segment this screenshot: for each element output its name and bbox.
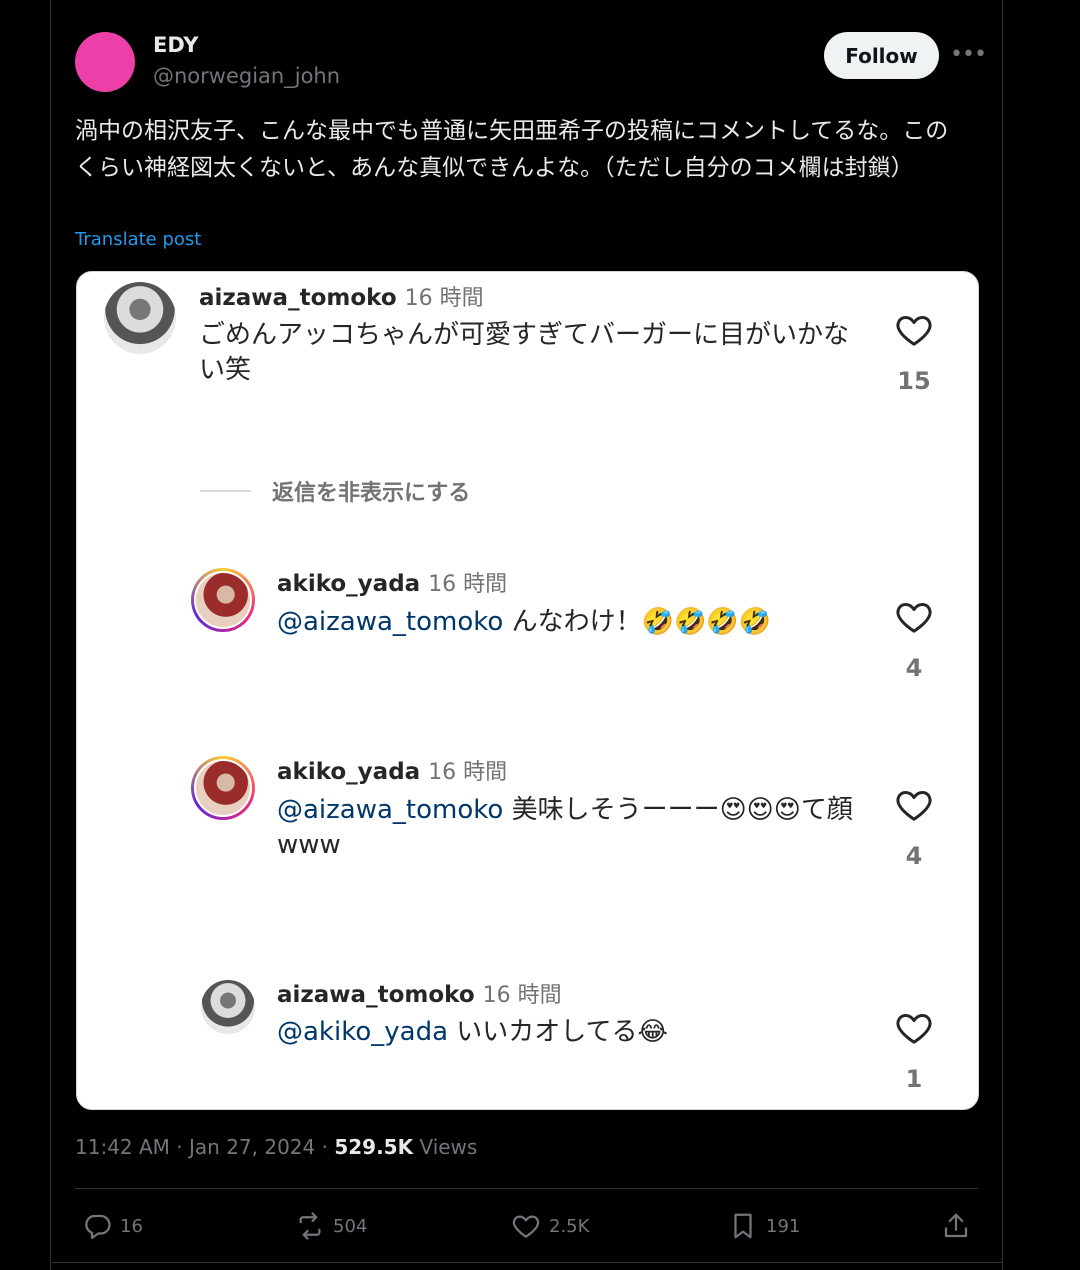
more-options-icon[interactable]: ••• xyxy=(950,40,987,70)
comment-text: ごめんアッコちゃんが可愛すぎてバーガーに目がいかない笑 xyxy=(199,320,850,385)
attached-image[interactable]: aizawa_tomoko 16 時間 ごめんアッコちゃんが可愛すぎてバーガーに目… xyxy=(76,271,979,1110)
comment-like-count: 1 xyxy=(905,1065,923,1093)
column-border-left xyxy=(50,0,51,1270)
hide-replies-label: 返信を非表示にする xyxy=(272,481,471,506)
heart-icon xyxy=(896,791,932,821)
comment-time: 16 時間 xyxy=(482,983,562,1008)
comment-text: @aizawa_tomoko 美味しそうーーー😍😍😍て顔www xyxy=(277,795,853,860)
reply-button[interactable]: 16 xyxy=(82,1208,143,1244)
tweet-text: 渦中の相沢友子、こんな最中でも普通に矢田亜希子の投稿にコメントしてるな。このくら… xyxy=(75,118,949,181)
repost-icon xyxy=(299,1212,321,1240)
comment-username: akiko_yada 16 時間 xyxy=(277,759,508,785)
bookmark-icon xyxy=(734,1213,752,1239)
share-button[interactable] xyxy=(941,1208,979,1244)
author-avatar[interactable] xyxy=(75,32,135,92)
comment-avatar xyxy=(191,756,255,820)
post-meta: 11:42 AM · Jan 27, 2024 · 529.5K Views xyxy=(75,1135,477,1159)
follow-button[interactable]: Follow xyxy=(824,32,939,79)
bookmark-count: 191 xyxy=(766,1215,801,1237)
like-button[interactable]: 2.5K xyxy=(511,1208,589,1244)
comment-username: aizawa_tomoko 16 時間 xyxy=(277,982,562,1008)
heart-icon xyxy=(896,603,932,633)
comment-text: @aizawa_tomoko んなわけ！🤣🤣🤣🤣 xyxy=(277,607,772,637)
post-timestamp[interactable]: 11:42 AM · Jan 27, 2024 · xyxy=(75,1135,334,1159)
heart-icon xyxy=(512,1215,540,1238)
divider xyxy=(200,490,251,492)
repost-count: 504 xyxy=(333,1215,368,1237)
comment-like-count: 15 xyxy=(897,367,931,395)
share-icon xyxy=(944,1213,968,1238)
divider xyxy=(52,1262,1002,1263)
comment-like-count: 4 xyxy=(905,842,923,870)
comment-like-count: 4 xyxy=(905,654,923,682)
comment-time: 16 時間 xyxy=(404,286,484,311)
comment-avatar xyxy=(201,980,255,1034)
like-count: 2.5K xyxy=(549,1215,590,1237)
comment-avatar xyxy=(104,282,176,354)
comment-time: 16 時間 xyxy=(428,572,508,597)
column-border-right xyxy=(1002,0,1003,1270)
heart-icon xyxy=(896,1014,932,1044)
views-label: Views xyxy=(413,1135,478,1159)
author-display-name[interactable]: EDY xyxy=(153,33,198,57)
author-handle[interactable]: @norwegian_john xyxy=(153,64,340,88)
mention: @aizawa_tomoko xyxy=(277,607,504,637)
bookmark-button[interactable]: 191 xyxy=(728,1208,800,1244)
repost-button[interactable]: 504 xyxy=(295,1208,367,1244)
reply-count: 16 xyxy=(120,1215,143,1237)
comment-username: akiko_yada 16 時間 xyxy=(277,571,508,597)
mention: @akiko_yada xyxy=(277,1017,449,1047)
comment-text: @akiko_yada いいカオしてる😂 xyxy=(277,1017,668,1047)
comment-avatar xyxy=(191,568,255,632)
divider xyxy=(75,1188,978,1189)
comment-username: aizawa_tomoko 16 時間 xyxy=(199,285,484,311)
mention: @aizawa_tomoko xyxy=(277,795,504,825)
translate-post-link[interactable]: Translate post xyxy=(75,229,201,250)
tweet: EDY @norwegian_john Follow ••• 渦中の相沢友子、こ… xyxy=(52,0,1002,1270)
reply-icon xyxy=(85,1214,111,1239)
views-count: 529.5K xyxy=(334,1135,414,1159)
comment-time: 16 時間 xyxy=(428,760,508,785)
heart-icon xyxy=(896,316,932,346)
